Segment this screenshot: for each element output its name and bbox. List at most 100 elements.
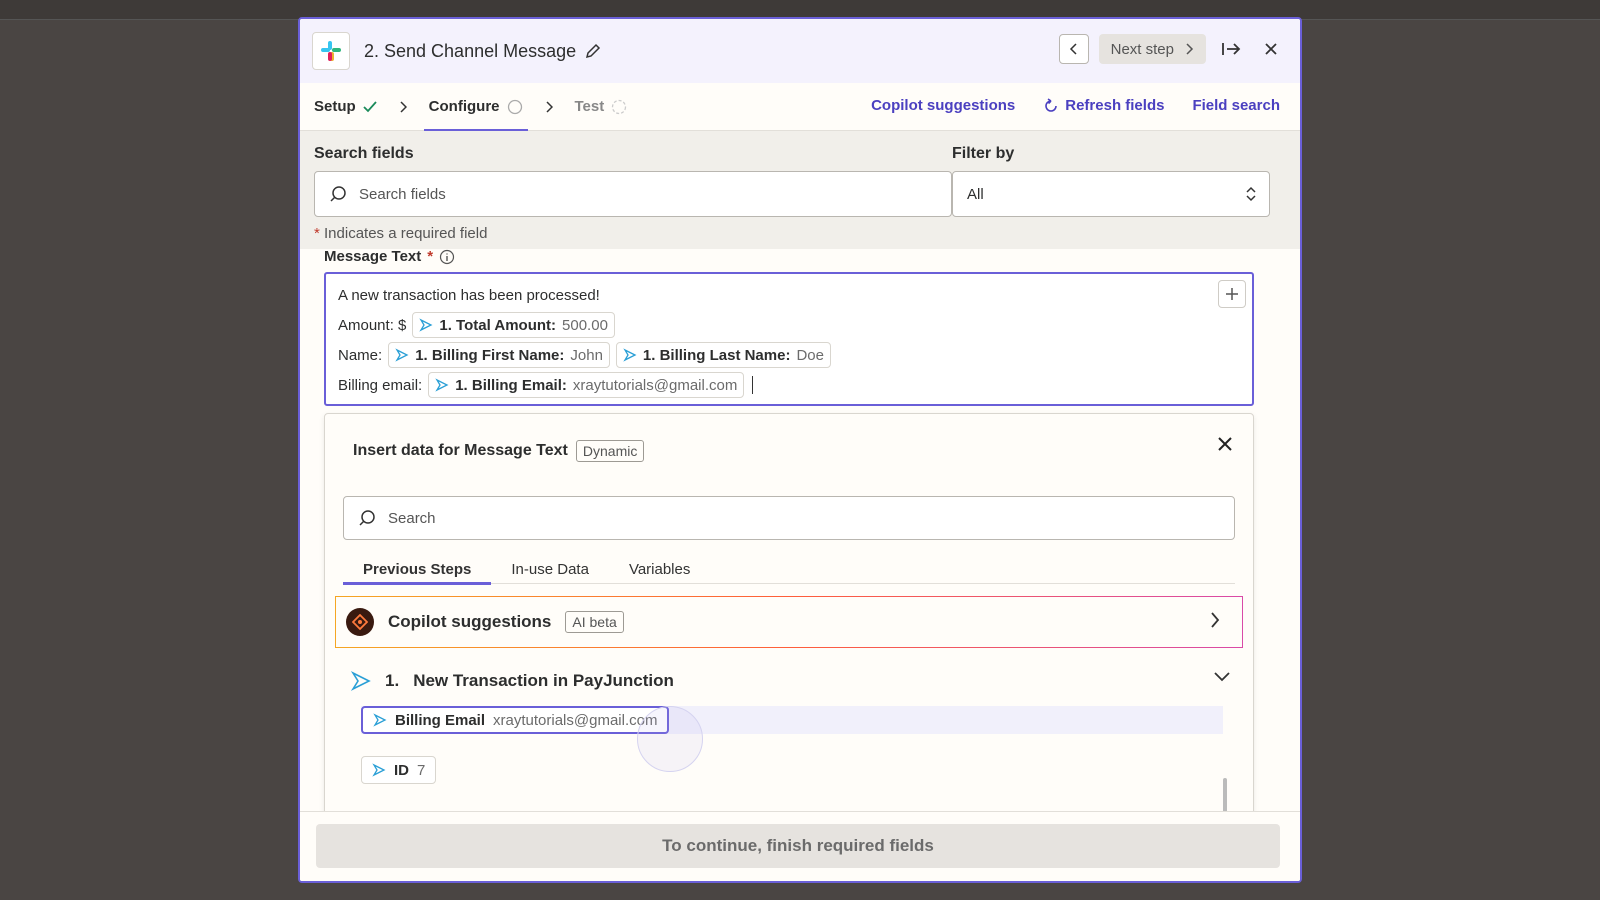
- pill-value: xraytutorials@gmail.com: [572, 376, 738, 394]
- tab-setup-label: Setup: [314, 98, 356, 115]
- name-prefix: Name:: [338, 346, 383, 364]
- id-option[interactable]: ID 7: [361, 756, 437, 784]
- tab-configure-label: Configure: [428, 98, 500, 115]
- amount-prefix: Amount: $: [338, 316, 407, 334]
- tab-in-use-data[interactable]: In-use Data: [491, 554, 609, 584]
- expand-panel-icon[interactable]: [1216, 34, 1246, 64]
- chevron-down-icon: [1214, 672, 1230, 682]
- chevron-right-icon: [1211, 612, 1220, 628]
- required-star: *: [427, 248, 434, 265]
- payjunction-icon: [372, 763, 386, 777]
- pill-name: 1. Total Amount:: [439, 316, 557, 334]
- pill-name: 1. Billing Email:: [455, 376, 567, 394]
- chevron-right-icon: [545, 100, 553, 113]
- tab-test[interactable]: Test: [575, 83, 628, 131]
- info-icon: [440, 249, 455, 264]
- tab-configure[interactable]: Configure: [423, 83, 528, 132]
- search-icon: [330, 186, 346, 202]
- step-title: 2. Send Channel Message: [364, 40, 577, 61]
- required-field-note: * Indicates a required field: [314, 225, 488, 242]
- dynamic-badge: Dynamic: [575, 440, 645, 462]
- header-actions: Next step: [1058, 34, 1286, 64]
- billing-email-prefix: Billing email:: [338, 376, 423, 394]
- copilot-suggestions-card[interactable]: Copilot suggestions AI beta: [335, 596, 1243, 648]
- field-search-area: Search fields Search fields Filter by Al…: [300, 131, 1300, 249]
- insert-panel-title: Insert data for Message Text Dynamic: [353, 440, 645, 462]
- payjunction-icon: [395, 348, 409, 362]
- mouse-cursor-highlight: [637, 706, 703, 772]
- edit-pencil-icon[interactable]: [584, 42, 602, 60]
- refresh-fields-button[interactable]: Refresh fields: [1043, 97, 1164, 114]
- insert-panel-search-placeholder: Search: [388, 509, 436, 527]
- refresh-fields-label: Refresh fields: [1065, 97, 1165, 114]
- filter-value: All: [967, 185, 984, 203]
- payjunction-icon: [351, 671, 371, 691]
- refresh-icon: [1045, 97, 1058, 112]
- payjunction-icon: [419, 318, 433, 332]
- step-number: 1.: [385, 671, 400, 690]
- copilot-logo-icon: [346, 608, 374, 636]
- next-step-button[interactable]: Next step: [1098, 34, 1206, 64]
- step-group-header[interactable]: 1. New Transaction in PayJunction: [351, 666, 1231, 696]
- copilot-suggestions-link[interactable]: Copilot suggestions: [871, 97, 1015, 114]
- payjunction-icon: [435, 378, 449, 392]
- search-fields-input[interactable]: Search fields: [314, 171, 952, 217]
- check-icon: [363, 100, 377, 112]
- message-text-label-text: Message Text: [324, 248, 422, 265]
- total-amount-pill[interactable]: 1. Total Amount: 500.00: [412, 312, 615, 338]
- pill-name: 1. Billing Last Name:: [642, 346, 791, 364]
- chevron-right-icon: [1186, 43, 1194, 55]
- message-line: Billing email: 1. Billing Email: xraytut…: [338, 370, 1240, 400]
- list-item: Billing Email xraytutorials@gmail.com: [361, 706, 1223, 734]
- continue-button[interactable]: To continue, finish required fields: [316, 824, 1280, 868]
- filter-by-select[interactable]: All: [952, 171, 1270, 217]
- pill-value: 500.00: [562, 316, 608, 334]
- incomplete-circle-icon: [507, 99, 522, 114]
- close-insert-panel-icon[interactable]: [1211, 430, 1239, 458]
- insert-panel-title-text: Insert data for Message Text: [353, 442, 568, 459]
- search-fields-placeholder: Search fields: [359, 185, 446, 203]
- field-search-link[interactable]: Field search: [1192, 97, 1280, 114]
- previous-step-button[interactable]: [1058, 34, 1089, 64]
- message-text-label: Message Text *: [324, 248, 455, 265]
- payjunction-icon: [623, 348, 637, 362]
- step-editor-modal: 2. Send Channel Message Next step Setup: [298, 17, 1302, 883]
- option-value: xraytutorials@gmail.com: [493, 711, 658, 729]
- billing-last-name-pill[interactable]: 1. Billing Last Name: Doe: [615, 342, 831, 368]
- modal-header: 2. Send Channel Message Next step: [300, 19, 1300, 83]
- message-line: Amount: $ 1. Total Amount: 500.00: [338, 310, 1240, 340]
- tab-setup[interactable]: Setup: [314, 83, 377, 131]
- insert-data-button[interactable]: [1218, 280, 1246, 308]
- modal-footer: To continue, finish required fields: [300, 811, 1300, 881]
- billing-email-pill[interactable]: 1. Billing Email: xraytutorials@gmail.co…: [428, 372, 745, 398]
- tab-variables[interactable]: Variables: [609, 554, 710, 584]
- chevron-right-icon: [399, 100, 407, 113]
- select-caret-icon: [1246, 186, 1256, 202]
- option-name: ID: [394, 761, 409, 779]
- billing-first-name-pill[interactable]: 1. Billing First Name: John: [388, 342, 610, 368]
- pill-name: 1. Billing First Name:: [415, 346, 565, 364]
- tab-previous-steps[interactable]: Previous Steps: [343, 554, 492, 585]
- copilot-card-title: Copilot suggestions: [388, 612, 552, 631]
- ai-beta-badge: AI beta: [565, 611, 624, 633]
- message-text-field[interactable]: A new transaction has been processed! Am…: [324, 272, 1254, 406]
- slack-logo-icon: [312, 32, 350, 70]
- message-line-1: A new transaction has been processed!: [338, 286, 600, 304]
- chevron-left-icon: [1069, 43, 1077, 55]
- tab-actions: Copilot suggestions Refresh fields Field…: [871, 97, 1280, 114]
- plus-icon: [1226, 288, 1238, 300]
- billing-email-option[interactable]: Billing Email xraytutorials@gmail.com: [361, 706, 670, 734]
- payjunction-icon: [373, 713, 387, 727]
- pending-circle-icon: [612, 99, 627, 114]
- close-modal-icon[interactable]: [1256, 34, 1286, 64]
- next-step-label: Next step: [1110, 40, 1174, 58]
- option-name: Billing Email: [395, 711, 486, 729]
- required-note-text: Indicates a required field: [324, 225, 488, 242]
- search-icon: [359, 510, 375, 526]
- step-tabs: Setup Configure Test Copilot suggestions…: [300, 83, 1300, 132]
- message-line: Name: 1. Billing First Name: John 1. Bil…: [338, 340, 1240, 370]
- insert-panel-search-input[interactable]: Search: [343, 496, 1235, 540]
- insert-panel-tabs: Previous Steps In-use Data Variables: [343, 554, 1235, 585]
- message-line: A new transaction has been processed!: [338, 280, 1240, 310]
- pill-value: John: [570, 346, 603, 364]
